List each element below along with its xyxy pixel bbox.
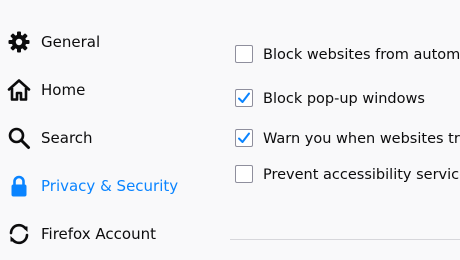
sync-icon (7, 222, 31, 246)
block-autoplay-checkbox[interactable] (235, 45, 253, 63)
gear-icon (7, 30, 31, 54)
block-popups-option[interactable]: Block pop-up windows (230, 84, 460, 114)
block-autoplay-option[interactable]: Block websites from automatically playin… (230, 40, 460, 70)
warn-addons-option[interactable]: Warn you when websites try to install ad… (230, 124, 460, 154)
block-autoplay-label[interactable]: Block websites from automatically playin… (263, 40, 460, 70)
sidebar-item-privacy-security[interactable]: Privacy & Security (0, 166, 200, 206)
sidebar-item-label: Home (41, 81, 86, 99)
block-popups-label[interactable]: Block pop-up windows (263, 84, 425, 114)
preferences-page: General Home Search Privacy & Security F… (0, 0, 460, 260)
lock-icon (7, 174, 31, 198)
warn-addons-checkbox[interactable] (235, 129, 253, 147)
sidebar-item-search[interactable]: Search (0, 118, 200, 158)
prevent-accessibility-label[interactable]: Prevent accessibility services from acce… (263, 160, 460, 190)
sidebar-item-label: Privacy & Security (41, 177, 179, 195)
prevent-accessibility-option[interactable]: Prevent accessibility services from acce… (230, 160, 460, 190)
home-icon (7, 78, 31, 102)
sidebar-item-firefox-account[interactable]: Firefox Account (0, 214, 200, 254)
sidebar-item-general[interactable]: General (0, 22, 200, 62)
sidebar-item-home[interactable]: Home (0, 70, 200, 110)
sidebar-item-label: Firefox Account (41, 225, 156, 243)
warn-addons-label[interactable]: Warn you when websites try to install ad… (263, 124, 460, 154)
block-popups-checkbox[interactable] (235, 89, 253, 107)
sidebar-item-label: Search (41, 129, 93, 147)
prevent-accessibility-checkbox[interactable] (235, 165, 253, 183)
checkmark-icon (238, 132, 250, 143)
checkmark-icon (238, 92, 250, 103)
sidebar-item-label: General (41, 33, 101, 51)
search-icon (7, 126, 31, 150)
sidebar: General Home Search Privacy & Security F… (0, 0, 200, 260)
section-divider (230, 239, 460, 240)
permissions-section: Block websites from automatically playin… (230, 0, 460, 260)
